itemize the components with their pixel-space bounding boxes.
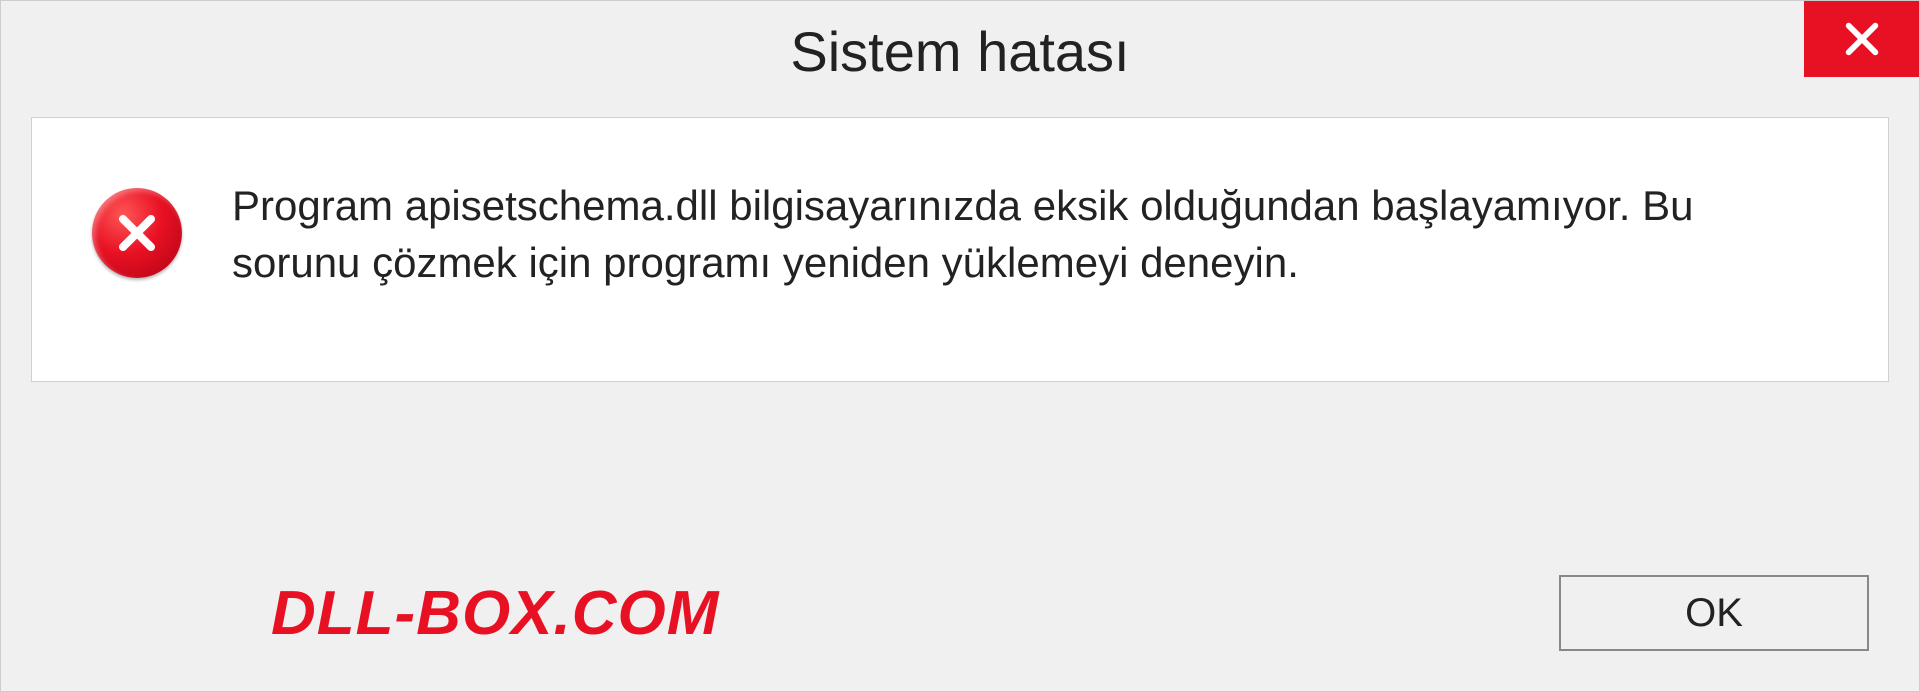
error-icon: [92, 188, 182, 278]
content-panel: Program apisetschema.dll bilgisayarınızd…: [31, 117, 1889, 382]
error-dialog: Sistem hatası Program apisetschema.dll b…: [0, 0, 1920, 692]
watermark-text: DLL-BOX.COM: [271, 578, 719, 649]
titlebar: Sistem hatası: [1, 1, 1919, 101]
close-icon: [1842, 19, 1882, 59]
close-button[interactable]: [1804, 1, 1919, 77]
error-message: Program apisetschema.dll bilgisayarınızd…: [232, 178, 1828, 291]
ok-button[interactable]: OK: [1559, 575, 1869, 651]
dialog-title: Sistem hatası: [790, 19, 1129, 84]
error-icon-wrap: [92, 188, 182, 278]
dialog-footer: DLL-BOX.COM OK: [1, 575, 1919, 651]
